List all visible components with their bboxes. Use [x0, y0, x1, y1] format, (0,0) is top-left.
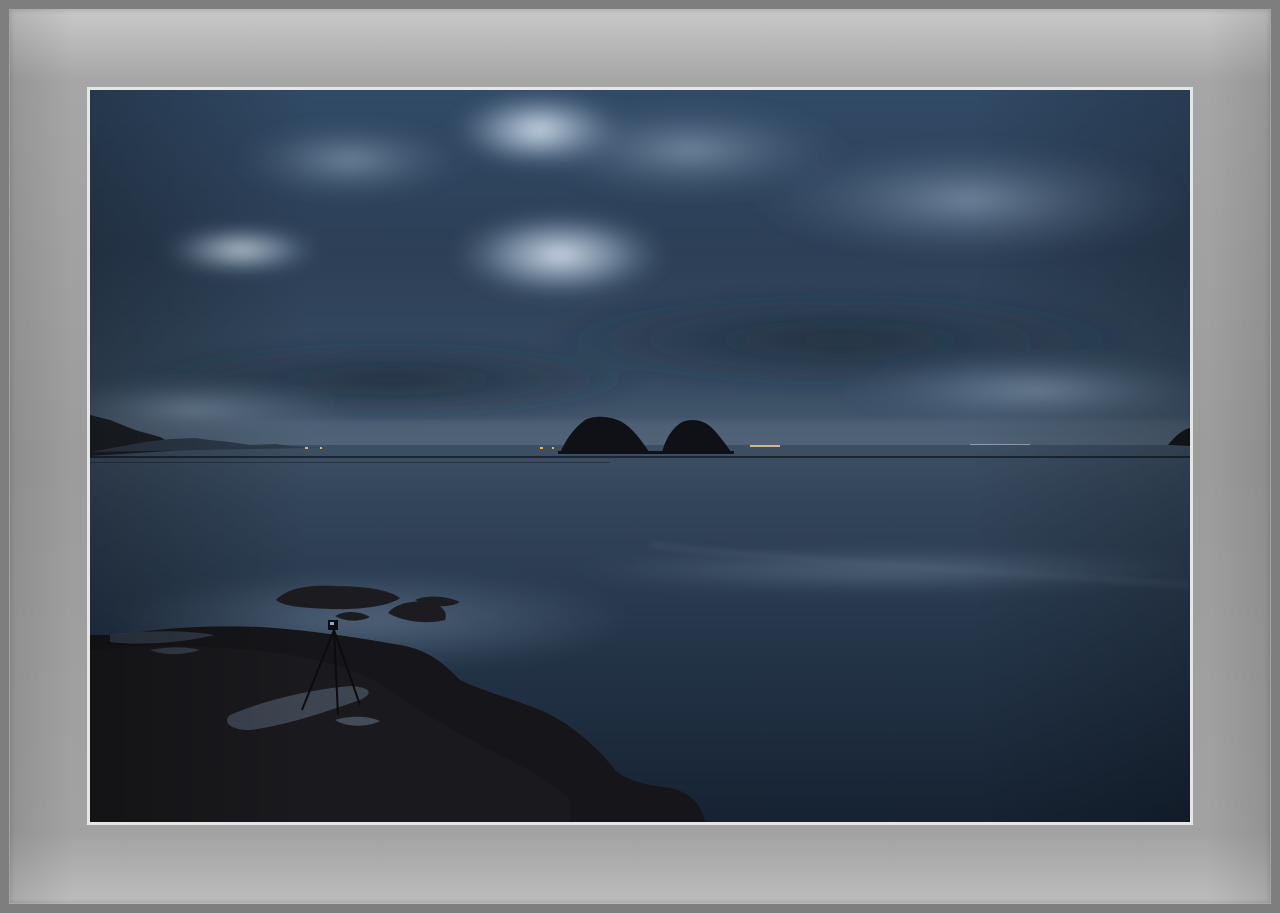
picture-frame [0, 0, 1280, 913]
seascape-photo [90, 90, 1190, 822]
